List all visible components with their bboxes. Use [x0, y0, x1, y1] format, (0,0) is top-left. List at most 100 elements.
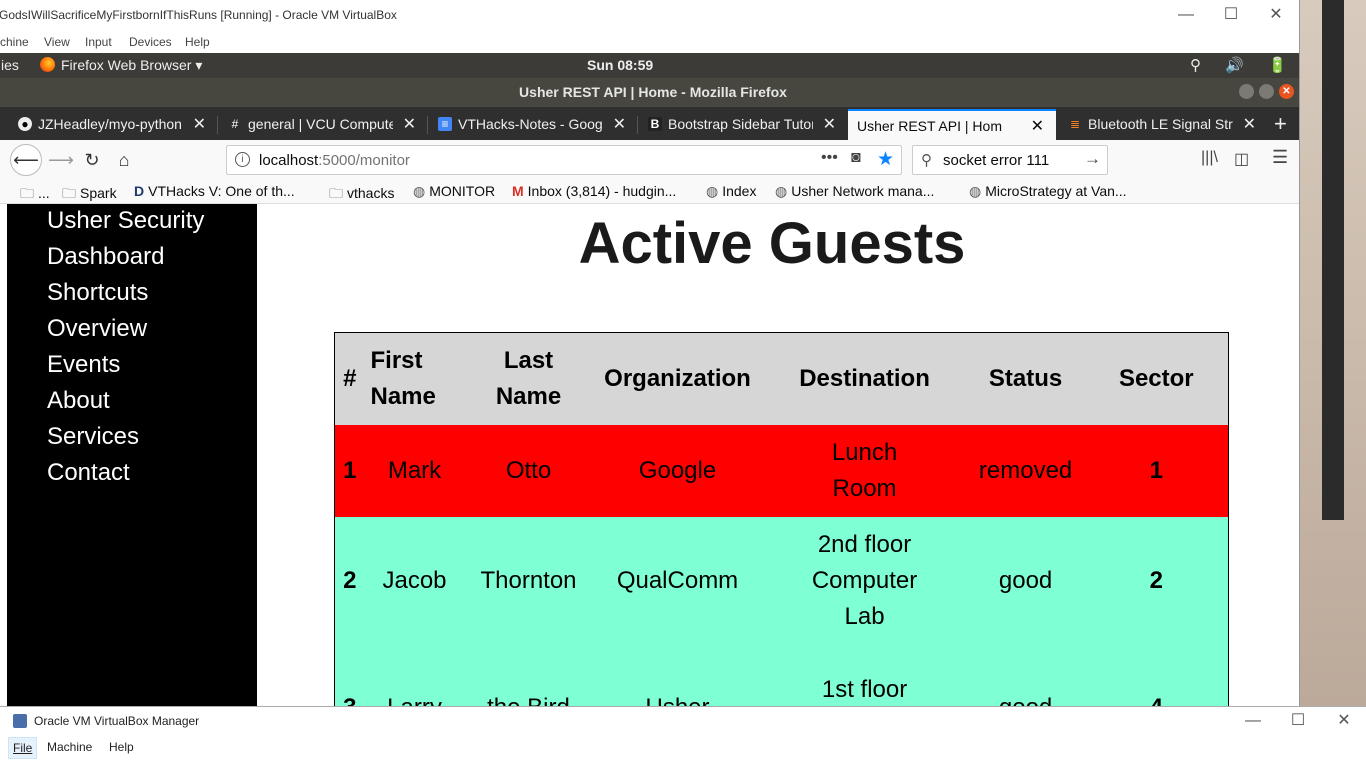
- col-header-status: Status: [966, 332, 1085, 425]
- menu-input[interactable]: Input: [85, 35, 112, 49]
- sidebar-toggle-icon[interactable]: ◫: [1234, 149, 1249, 169]
- web-page: Usher Security Dashboard Shortcuts Overv…: [7, 204, 1299, 706]
- hamburger-menu-icon[interactable]: ☰: [1272, 147, 1288, 168]
- nav-dashboard[interactable]: Dashboard: [47, 243, 164, 271]
- table-row[interactable]: 3 Larry the Bird Usher 1st floor Confere…: [334, 644, 1229, 706]
- info-icon[interactable]: i: [235, 152, 250, 167]
- close-tab-icon[interactable]: ✕: [193, 114, 206, 134]
- search-go-icon[interactable]: →: [1084, 149, 1101, 169]
- nav-about[interactable]: About: [47, 387, 110, 415]
- cell-destination: 2nd floor Computer Lab: [811, 530, 918, 630]
- tab-slack[interactable]: # general | VCU Computer ✕: [218, 109, 428, 140]
- menu-devices[interactable]: Devices: [129, 35, 172, 49]
- tab-label: Bootstrap Sidebar Tutorial: [668, 116, 813, 132]
- bookmark-usher-network[interactable]: ◍ Usher Network mana...: [775, 183, 934, 200]
- stackoverflow-icon: ≣: [1069, 117, 1081, 131]
- page-actions-icon[interactable]: •••: [821, 149, 838, 167]
- maximize-button[interactable]: ☐: [1213, 4, 1249, 26]
- clock[interactable]: Sun 08:59: [587, 57, 653, 73]
- tab-github[interactable]: ● JZHeadley/myo-python ✕: [8, 109, 218, 140]
- virtualbox-window: GodsIWillSacrificeMyFirstbornIfThisRuns …: [0, 0, 1300, 706]
- manager-maximize-button[interactable]: ☐: [1280, 710, 1316, 732]
- url-bar[interactable]: i localhost:5000/monitor ••• ◙ ★: [226, 145, 902, 175]
- bookmark-label: Index: [722, 183, 757, 199]
- minimize-button[interactable]: —: [1168, 4, 1204, 26]
- bookmark-star-icon[interactable]: ★: [877, 148, 894, 171]
- firefox-close-button[interactable]: ✕: [1279, 84, 1294, 99]
- manager-close-button[interactable]: ✕: [1326, 710, 1362, 732]
- manager-minimize-button[interactable]: —: [1235, 710, 1271, 732]
- close-tab-icon[interactable]: ✕: [613, 114, 626, 134]
- manager-menu-file[interactable]: File: [8, 737, 38, 759]
- virtualbox-icon: [13, 714, 27, 728]
- table-row[interactable]: 2 Jacob Thornton QualComm 2nd floor Comp…: [334, 516, 1229, 645]
- bookmark-index[interactable]: ◍ Index: [706, 183, 756, 200]
- nav-shortcuts[interactable]: Shortcuts: [47, 279, 148, 307]
- bookmark-label: ...: [38, 185, 50, 201]
- nav-events[interactable]: Events: [47, 351, 120, 379]
- menu-machine[interactable]: chine: [0, 35, 29, 49]
- cell-num: 1: [343, 456, 357, 484]
- reload-button[interactable]: ↻: [77, 146, 107, 174]
- main-content: Active Guests # First Name Last Name Org…: [257, 204, 1299, 706]
- firefox-minimize-button[interactable]: [1239, 84, 1254, 99]
- tab-strip: ● JZHeadley/myo-python ✕ # general | VCU…: [0, 107, 1299, 140]
- search-input[interactable]: [943, 150, 1083, 170]
- forward-button[interactable]: ⟶: [46, 146, 76, 174]
- manager-menu-help[interactable]: Help: [109, 740, 134, 754]
- cell-last-name: Otto: [505, 456, 552, 484]
- cell-first-name: Mark: [387, 456, 442, 484]
- nav-contact[interactable]: Contact: [47, 459, 130, 487]
- tab-stackoverflow[interactable]: ≣ Bluetooth LE Signal Strength ✕: [1058, 109, 1268, 140]
- cell-sector: 2: [1149, 566, 1163, 594]
- close-tab-icon[interactable]: ✕: [1243, 114, 1256, 134]
- page-title: Active Guests: [578, 211, 966, 276]
- tab-usher-active[interactable]: Usher REST API | Home ✕: [848, 109, 1056, 140]
- pocket-icon[interactable]: ◙: [851, 149, 861, 167]
- nav-services[interactable]: Services: [47, 423, 139, 451]
- cell-num: 2: [343, 566, 357, 594]
- close-tab-icon[interactable]: ✕: [1031, 116, 1044, 136]
- menu-view[interactable]: View: [44, 35, 70, 49]
- bookmark-inbox[interactable]: M Inbox (3,814) - hudgin...: [512, 183, 676, 199]
- tab-label: VTHacks-Notes - Google: [458, 116, 603, 132]
- home-button[interactable]: ⌂: [109, 146, 139, 174]
- firefox-titlebar: Usher REST API | Home - Mozilla Firefox …: [0, 78, 1299, 107]
- new-tab-button[interactable]: +: [1274, 111, 1287, 137]
- search-bar[interactable]: ⚲ →: [912, 145, 1108, 175]
- tab-bootstrap[interactable]: B Bootstrap Sidebar Tutorial ✕: [638, 109, 848, 140]
- tab-label: Bluetooth LE Signal Strength: [1088, 116, 1233, 132]
- nav-overview[interactable]: Overview: [47, 315, 147, 343]
- activities-button[interactable]: ies: [1, 57, 19, 73]
- cell-organization: Google: [638, 456, 717, 484]
- table-row[interactable]: 1 Mark Otto Google Lunch Room removed 1: [334, 424, 1229, 517]
- back-button[interactable]: ⟵: [10, 144, 42, 176]
- bookmarks-toolbar: 🗀... 🗀 Spark D VTHacks V: One of th... 🗀 vt…: [0, 180, 1299, 204]
- nav-usher-security[interactable]: Usher Security: [47, 207, 204, 235]
- bookmark-vthacks-v[interactable]: D VTHacks V: One of th...: [134, 183, 295, 199]
- menu-help[interactable]: Help: [185, 35, 210, 49]
- slack-icon: #: [231, 117, 239, 131]
- app-menu[interactable]: Firefox Web Browser ▾: [40, 57, 202, 74]
- col-header-num: #: [334, 332, 365, 425]
- col-header-first-name: First Name: [364, 332, 465, 425]
- firefox-maximize-button[interactable]: [1259, 84, 1274, 99]
- guests-table: # First Name Last Name Organization Dest…: [334, 332, 1229, 706]
- close-tab-icon[interactable]: ✕: [403, 114, 416, 134]
- bootstrap-icon: B: [648, 117, 662, 131]
- cell-last-name: Thornton: [480, 566, 577, 594]
- folder-icon: 🗀: [20, 185, 34, 201]
- close-tab-icon[interactable]: ✕: [823, 114, 836, 134]
- bookmark-monitor[interactable]: ◍ MONITOR: [413, 183, 495, 200]
- manager-menu-machine[interactable]: Machine: [47, 740, 92, 754]
- app-menu-label: Firefox Web Browser ▾: [61, 57, 203, 73]
- bookmark-microstrategy[interactable]: ◍ MicroStrategy at Van...: [969, 183, 1127, 200]
- cell-first-name: Larry: [365, 645, 465, 706]
- close-button[interactable]: ✕: [1258, 4, 1294, 26]
- bookmark-label: MicroStrategy at Van...: [985, 183, 1127, 199]
- tab-google-docs[interactable]: ≡ VTHacks-Notes - Google ✕: [428, 109, 638, 140]
- url-text[interactable]: localhost:5000/monitor: [259, 152, 410, 169]
- library-icon[interactable]: |||\: [1201, 149, 1218, 167]
- folder-icon: 🗀: [329, 185, 343, 201]
- search-icon: ⚲: [921, 152, 932, 169]
